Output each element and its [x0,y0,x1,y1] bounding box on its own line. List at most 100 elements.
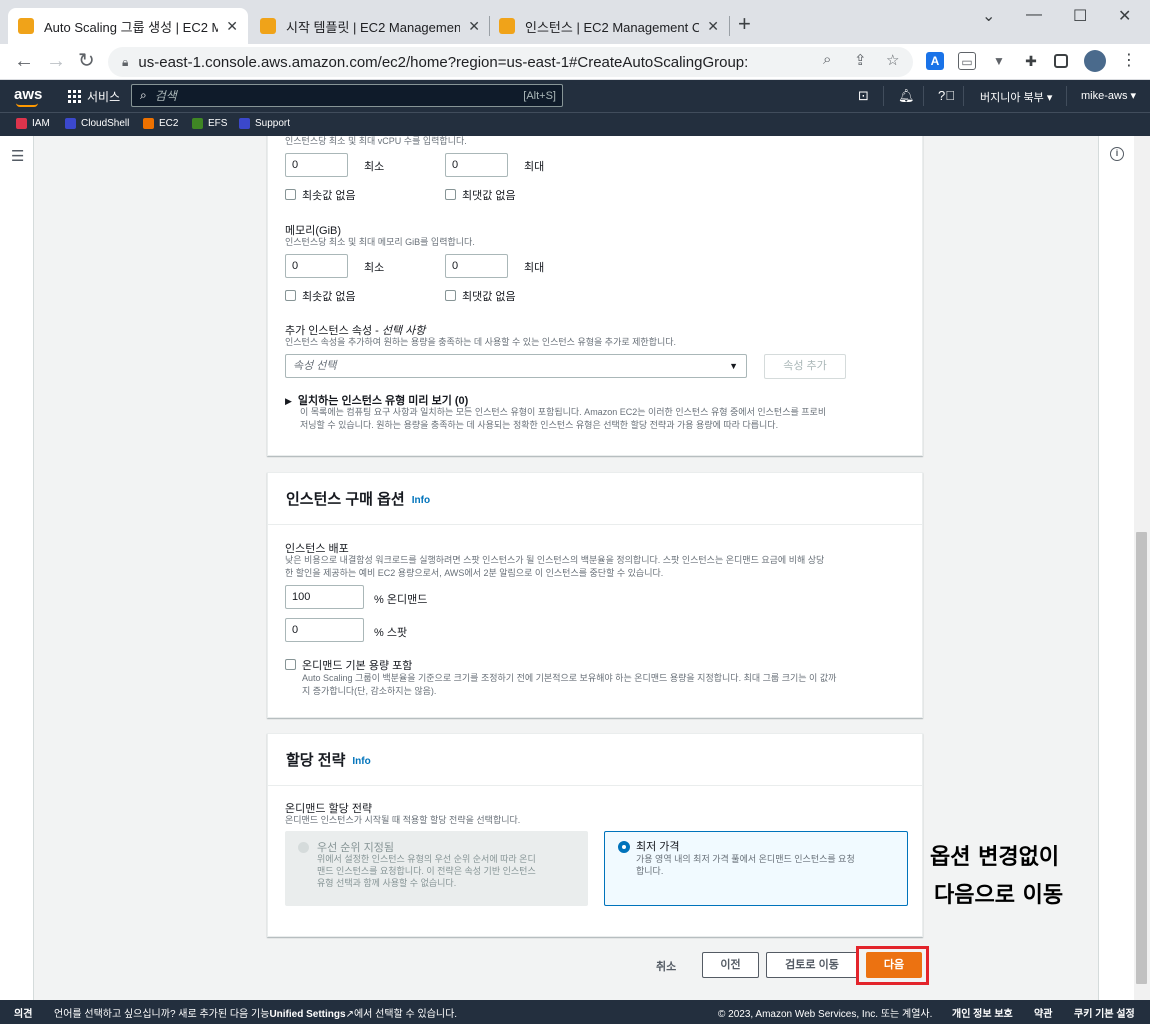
menu-hamburger-icon[interactable]: ☰ [11,147,24,165]
browser-tab-instances[interactable]: 인스턴스 | EC2 Management Co ✕ [489,8,729,44]
memory-max-input[interactable]: 0 [445,254,508,278]
favorite-efs[interactable]: EFS [192,118,227,129]
favorites-bar: IAM CloudShell EC2 EFS Support [0,112,1150,136]
help-icon[interactable]: ?⃝ [938,88,955,103]
attribute-select-placeholder: 속성 선택 [293,360,337,372]
caret-right-icon: ▶ [285,396,292,406]
profile-avatar[interactable] [1084,50,1106,72]
search-input[interactable]: ⌕ 검색 [Alt+S] [131,84,563,107]
services-menu-button[interactable]: 서비스 [68,88,120,105]
close-icon[interactable]: ✕ [226,18,238,35]
bookmark-star-icon[interactable]: ☆ [886,51,899,69]
memory-no-min-checkbox[interactable] [285,290,296,301]
close-icon[interactable]: ✕ [468,18,480,35]
cookie-preferences-link[interactable]: 쿠키 기본 설정 [1074,1005,1135,1020]
info-link[interactable]: Info [352,756,370,767]
back-arrow-icon[interactable]: ← [14,50,34,72]
feedback-link[interactable]: 의견 [14,1005,32,1020]
unified-settings-link[interactable]: Unified Settings [269,1009,345,1020]
lowest-price-desc-2: 합니다. [636,866,664,876]
window-close-icon[interactable]: ✕ [1118,6,1131,26]
option-lowest-price[interactable]: 최저 가격 가용 영역 내의 최저 가격 풀에서 온디맨드 인스턴스를 요청 합… [604,831,908,906]
forward-arrow-icon[interactable]: → [46,50,66,72]
browser-tab-bar: Auto Scaling 그룹 생성 | EC2 Ma ✕ 시작 템플릿 | E… [0,0,1150,44]
copyright-text: © 2023, Amazon Web Services, Inc. 또는 계열사… [718,1009,933,1020]
annotation-line-1: 옵션 변경없이 [930,845,1060,870]
puzzle-extensions-icon[interactable]: ✚ [1022,52,1040,70]
radio-prioritized[interactable] [298,842,309,853]
account-menu[interactable]: mike-aws ▾ [1081,89,1136,102]
favorite-ec2[interactable]: EC2 [143,118,178,129]
prioritized-desc-3: 유형 선택과 함께 사용할 수 없습니다. [317,878,457,888]
radio-lowest-price[interactable] [618,841,630,853]
language-message-text: 언어를 선택하고 싶으십니까? 새로 추가된 다음 기능 [54,1009,270,1020]
highlight-box [856,946,929,985]
minimize-icon[interactable]: — [1026,6,1042,24]
terms-link[interactable]: 약관 [1034,1005,1052,1020]
info-panel-icon[interactable]: i [1110,147,1124,161]
cloudshell-icon[interactable]: ⊡ [858,88,869,104]
cancel-button[interactable]: 취소 [656,958,676,974]
maximize-icon[interactable]: ☐ [1073,6,1087,26]
vcpu-max-input[interactable]: 0 [445,153,508,177]
favorite-label: EC2 [159,118,179,129]
base-capacity-description-1: Auto Scaling 그룹이 백분율을 기준으로 크기를 조정하기 전에 기… [302,673,837,683]
aws-logo[interactable]: aws [14,86,42,103]
favorite-label: IAM [32,118,50,129]
vcpu-min-input[interactable]: 0 [285,153,348,177]
scrollbar-thumb[interactable] [1136,532,1147,984]
on-demand-percent-label: % 온디맨드 [374,594,428,606]
ec2-icon [143,118,154,129]
on-demand-percent-input[interactable]: 100 [285,585,364,609]
aws-top-nav: aws 서비스 ⌕ 검색 [Alt+S] ⊡ 🔔︎ ?⃝ 버지니아 북부 ▾ m… [0,80,1150,112]
support-icon [239,118,250,129]
nav-divider [883,86,884,106]
aws-favicon-icon [499,18,515,34]
browser-tab-autoscaling[interactable]: Auto Scaling 그룹 생성 | EC2 Ma ✕ [8,8,248,44]
vcpu-no-max-checkbox[interactable] [445,189,456,200]
vpn-extension-icon[interactable]: ▼ [990,52,1008,70]
chevron-down-icon[interactable]: ⌄ [982,6,995,26]
zoom-search-icon[interactable]: ⌕ [823,51,831,68]
info-link[interactable]: Info [412,495,430,506]
include-base-capacity-label: 온디맨드 기본 용량 포함 [302,660,413,672]
memory-no-max-label: 최댓값 없음 [462,291,516,303]
favorite-support[interactable]: Support [239,118,290,129]
option-prioritized[interactable]: 우선 순위 지정됨 위에서 설정한 인스턴스 유형의 우선 순위 순서에 따라 … [285,831,588,906]
privacy-link[interactable]: 개인 정보 보호 [952,1005,1013,1020]
extension-icon[interactable]: ▭ [958,52,976,70]
more-vertical-icon[interactable]: ⋮ [1120,52,1138,70]
services-label: 서비스 [87,90,121,104]
vcpu-no-min-checkbox[interactable] [285,189,296,200]
additional-attributes-description: 인스턴스 속성을 추가하여 원하는 용량을 충족하는 데 사용할 수 있는 인스… [285,337,677,347]
vcpu-no-max-label: 최댓값 없음 [462,190,516,202]
browser-tab-launch-template[interactable]: 시작 템플릿 | EC2 Management ✕ [250,8,490,44]
translate-extension-icon[interactable]: A [926,52,944,70]
aws-logo-smile [16,103,38,107]
region-selector[interactable]: 버지니아 북부 ▾ [980,89,1052,105]
new-tab-plus-icon[interactable]: + [738,12,751,36]
share-icon[interactable]: ⇪ [854,51,867,69]
console-footer: 의견 언어를 선택하고 싶으십니까? 새로 추가된 다음 기능Unified S… [0,1000,1150,1024]
reload-icon[interactable]: ↻ [78,50,95,72]
attribute-select-dropdown[interactable]: 속성 선택 ▼ [285,354,747,378]
memory-min-input[interactable]: 0 [285,254,348,278]
previous-button[interactable]: 이전 [702,952,759,978]
language-message-text-2: 에서 선택할 수 있습니다. [353,1009,458,1020]
favorite-cloudshell[interactable]: CloudShell [65,118,129,129]
add-attribute-button[interactable]: 속성 추가 [764,354,846,379]
spot-percent-input[interactable]: 0 [285,618,364,642]
include-base-capacity-checkbox[interactable] [285,659,296,670]
side-panel-icon[interactable] [1054,54,1068,68]
language-message: 언어를 선택하고 싶으십니까? 새로 추가된 다음 기능Unified Sett… [54,1005,457,1020]
bell-icon[interactable]: 🔔︎ [898,88,915,104]
close-icon[interactable]: ✕ [707,18,719,35]
favorite-iam[interactable]: IAM [16,118,50,129]
allocation-strategy-panel: 할당 전략 Info 온디맨드 할당 전략 온디맨드 인스턴스가 시작될 때 적… [267,733,923,937]
address-bar[interactable]: 🔒︎ us-east-1.console.aws.amazon.com/ec2/… [108,47,913,77]
efs-icon [192,118,203,129]
go-to-review-button[interactable]: 검토로 이동 [766,952,858,978]
right-tools-rail: i [1098,136,1134,1000]
memory-no-max-checkbox[interactable] [445,290,456,301]
vcpu-min-label: 최소 [364,161,385,173]
